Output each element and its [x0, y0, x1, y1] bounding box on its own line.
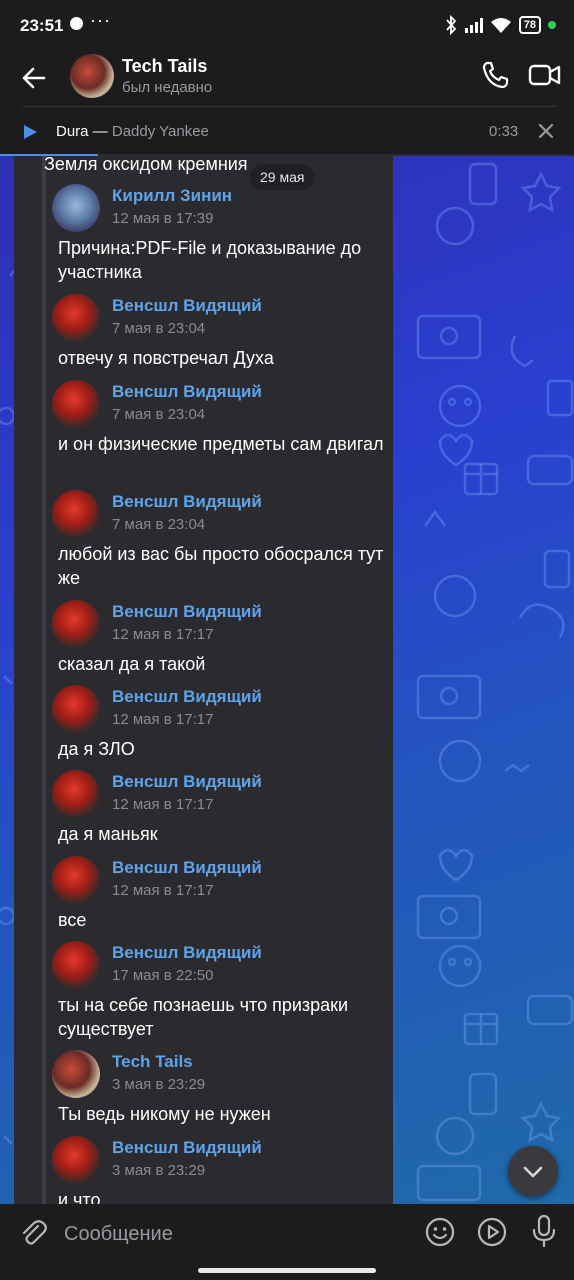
message-text: любой из вас бы просто обосрался тут же — [58, 544, 384, 588]
status-time: 23:51 — [20, 16, 64, 35]
message-text: Причина:PDF-File и доказывание до участн… — [58, 238, 362, 282]
message-input-bar — [0, 1204, 574, 1280]
message-sender[interactable]: Венсшл Видящий — [112, 296, 262, 316]
message-text: и он физические предметы сам двигал — [58, 434, 384, 454]
message-sender[interactable]: Венсшл Видящий — [112, 602, 262, 622]
message-sender[interactable]: Венсшл Видящий — [112, 943, 262, 963]
emoji-icon[interactable] — [424, 1216, 456, 1248]
message-sender[interactable]: Венсшл Видящий — [112, 687, 262, 707]
avatar[interactable] — [52, 600, 100, 648]
avatar[interactable] — [52, 856, 100, 904]
message-text: и что — [58, 1190, 101, 1204]
message-date: 3 мая в 23:29 — [112, 1162, 206, 1179]
message-input[interactable] — [64, 1214, 394, 1254]
message-date: 12 мая в 17:17 — [112, 626, 214, 643]
message-sender[interactable]: Венсшл Видящий — [112, 492, 262, 512]
message-notification-icon — [70, 17, 83, 30]
message-sender[interactable]: Венсшл Видящий — [112, 858, 262, 878]
chat-title[interactable]: Tech Tails — [122, 56, 207, 77]
avatar[interactable] — [52, 184, 100, 232]
avatar[interactable] — [52, 380, 100, 428]
message-text: ты на себе познаешь что призраки существ… — [58, 995, 349, 1039]
video-icon[interactable] — [528, 60, 562, 90]
close-icon[interactable] — [537, 122, 555, 140]
chat-area[interactable]: Земля оксидом кремния Кирилл Зинин 12 ма… — [0, 156, 574, 1204]
last-seen-status: был недавно — [122, 79, 213, 96]
battery-icon: 78 — [518, 16, 541, 34]
chat-header: Tech Tails был недавно — [0, 52, 574, 108]
status-icons: 78 — [444, 14, 556, 36]
avatar[interactable] — [52, 294, 100, 342]
wifi-icon — [490, 18, 511, 33]
track-artist: Daddy Yankee — [111, 123, 209, 140]
message-sender[interactable]: Tech Tails — [112, 1052, 193, 1072]
avatar[interactable] — [70, 54, 114, 98]
bluetooth-icon — [446, 15, 456, 35]
message-date: 7 мая в 23:04 — [112, 406, 206, 423]
message-date: 7 мая в 23:04 — [112, 516, 206, 533]
track-info[interactable]: Dura — Daddy Yankee — [56, 123, 209, 140]
avatar[interactable] — [52, 941, 100, 989]
message-sender[interactable]: Венсшл Видящий — [112, 772, 262, 792]
message-date: 12 мая в 17:17 — [112, 882, 214, 899]
mic-icon[interactable] — [530, 1214, 558, 1248]
message-date: 12 мая в 17:17 — [112, 711, 214, 728]
more-notifications-icon: ··· — [90, 10, 111, 30]
date-pill: 29 мая — [250, 164, 315, 190]
chevron-down-icon — [523, 1166, 543, 1178]
avatar[interactable] — [52, 1136, 100, 1184]
forwarded-messages-bubble[interactable]: Земля оксидом кремния Кирилл Зинин 12 ма… — [14, 156, 393, 1204]
message-date: 12 мая в 17:39 — [112, 210, 214, 227]
avatar[interactable] — [52, 685, 100, 733]
message-text: все — [58, 910, 87, 930]
back-arrow-icon[interactable] — [18, 62, 50, 94]
attach-icon[interactable] — [18, 1218, 48, 1248]
message-sender[interactable]: Венсшл Видящий — [112, 382, 262, 402]
privacy-indicator-icon — [548, 21, 556, 29]
scroll-down-button[interactable] — [508, 1146, 558, 1196]
signal-icon — [464, 17, 483, 33]
message-date: 3 мая в 23:29 — [112, 1076, 206, 1093]
message-text: отвечу я повстречал Духа — [58, 348, 274, 368]
audio-player-bar[interactable]: Dura — Daddy Yankee 0:33 — [0, 108, 574, 156]
message-text: Земля оксидом кремния — [44, 156, 248, 174]
track-title: Dura — [56, 123, 89, 140]
play-icon[interactable] — [22, 124, 38, 140]
header-divider — [22, 106, 556, 107]
avatar[interactable] — [52, 490, 100, 538]
message-date: 12 мая в 17:17 — [112, 796, 214, 813]
message-text: Ты ведь никому не нужен — [58, 1104, 271, 1124]
home-indicator[interactable] — [198, 1268, 376, 1273]
forward-indicator-line — [42, 156, 46, 1204]
avatar[interactable] — [52, 770, 100, 818]
message-sender[interactable]: Кирилл Зинин — [112, 186, 232, 206]
phone-icon[interactable] — [480, 60, 510, 90]
message-text: да я маньяк — [58, 824, 158, 844]
track-time: 0:33 — [489, 123, 519, 140]
message-date: 7 мая в 23:04 — [112, 320, 206, 337]
status-bar: 23:51 ··· 78 — [0, 0, 574, 52]
track-separator: — — [88, 123, 112, 140]
message-text: да я ЗЛО — [58, 739, 135, 759]
message-text: сказал да я такой — [58, 654, 206, 674]
avatar[interactable] — [52, 1050, 100, 1098]
sticker-icon[interactable] — [476, 1216, 508, 1248]
message-date: 17 мая в 22:50 — [112, 967, 214, 984]
message-sender[interactable]: Венсшл Видящий — [112, 1138, 262, 1158]
